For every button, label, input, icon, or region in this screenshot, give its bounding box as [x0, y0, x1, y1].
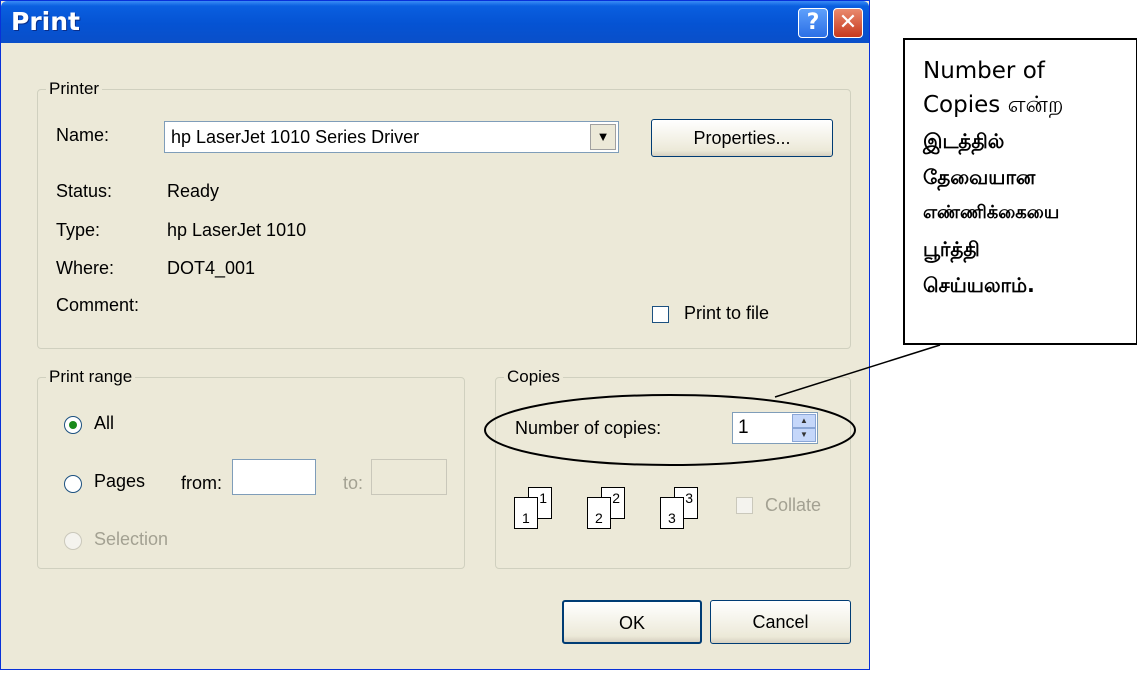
spin-down-icon[interactable]: ▼ [792, 428, 816, 442]
number-of-copies-spinner[interactable]: 1 ▲ ▼ [732, 412, 818, 444]
spin-up-icon[interactable]: ▲ [792, 414, 816, 428]
callout-line: Number of [923, 58, 1045, 84]
collate-checkbox [736, 497, 753, 514]
from-label: from: [181, 473, 223, 493]
type-value: hp LaserJet 1010 [167, 220, 307, 240]
all-label[interactable]: All [94, 413, 114, 434]
to-page-input [371, 459, 447, 495]
collate-page-icon: 1 [514, 497, 538, 529]
cancel-button[interactable]: Cancel [710, 600, 851, 644]
callout-line: செய்யலாம். [923, 273, 1035, 297]
properties-button[interactable]: Properties... [651, 119, 833, 157]
printer-name-select[interactable]: hp LaserJet 1010 Series Driver ▼ [164, 121, 619, 153]
callout-line: எண்ணிக்கையை [923, 202, 1060, 223]
pages-radio[interactable] [64, 475, 82, 493]
from-page-input[interactable] [232, 459, 316, 495]
callout-line: பூர்த்தி [923, 237, 980, 261]
pages-label[interactable]: Pages [94, 471, 145, 492]
callout-line: இடத்தில் [923, 129, 1005, 153]
chevron-down-icon[interactable]: ▼ [590, 124, 616, 150]
help-icon[interactable]: ? [798, 8, 828, 38]
comment-label: Comment: [56, 295, 140, 315]
copies-legend: Copies [504, 367, 563, 387]
where-value: DOT4_001 [167, 258, 256, 278]
number-of-copies-value[interactable]: 1 [738, 417, 749, 439]
printer-legend: Printer [46, 79, 103, 99]
selection-radio [64, 532, 82, 550]
copies-group: Copies [495, 367, 851, 569]
collate-page-icon: 2 [587, 497, 611, 529]
close-icon[interactable]: ✕ [833, 8, 863, 38]
print-to-file-label[interactable]: Print to file [684, 303, 769, 324]
status-value: Ready [167, 181, 220, 201]
printer-name-value: hp LaserJet 1010 Series Driver [171, 127, 420, 147]
collate-page-icon: 3 [660, 497, 684, 529]
window-title: Print [11, 7, 80, 36]
print-to-file-checkbox[interactable] [652, 306, 669, 323]
where-label: Where: [56, 258, 115, 278]
callout-line: தேவையான [923, 165, 1036, 189]
number-of-copies-label: Number of copies: [515, 418, 662, 438]
title-bar[interactable]: Print ? ✕ [1, 1, 869, 43]
callout-line: Copies என்ற [923, 92, 1064, 118]
name-label: Name: [56, 125, 110, 145]
to-label: to: [343, 473, 364, 493]
selection-label: Selection [94, 529, 169, 549]
ok-button[interactable]: OK [562, 600, 702, 644]
type-label: Type: [56, 220, 101, 240]
print-dialog: Print ? ✕ Printer Name: hp LaserJet 1010… [0, 0, 870, 670]
callout-box: Number of Copies என்ற இடத்தில் தேவையான எ… [903, 38, 1137, 345]
collate-label: Collate [765, 495, 822, 515]
status-label: Status: [56, 181, 113, 201]
print-range-legend: Print range [46, 367, 136, 387]
all-radio[interactable] [64, 416, 82, 434]
